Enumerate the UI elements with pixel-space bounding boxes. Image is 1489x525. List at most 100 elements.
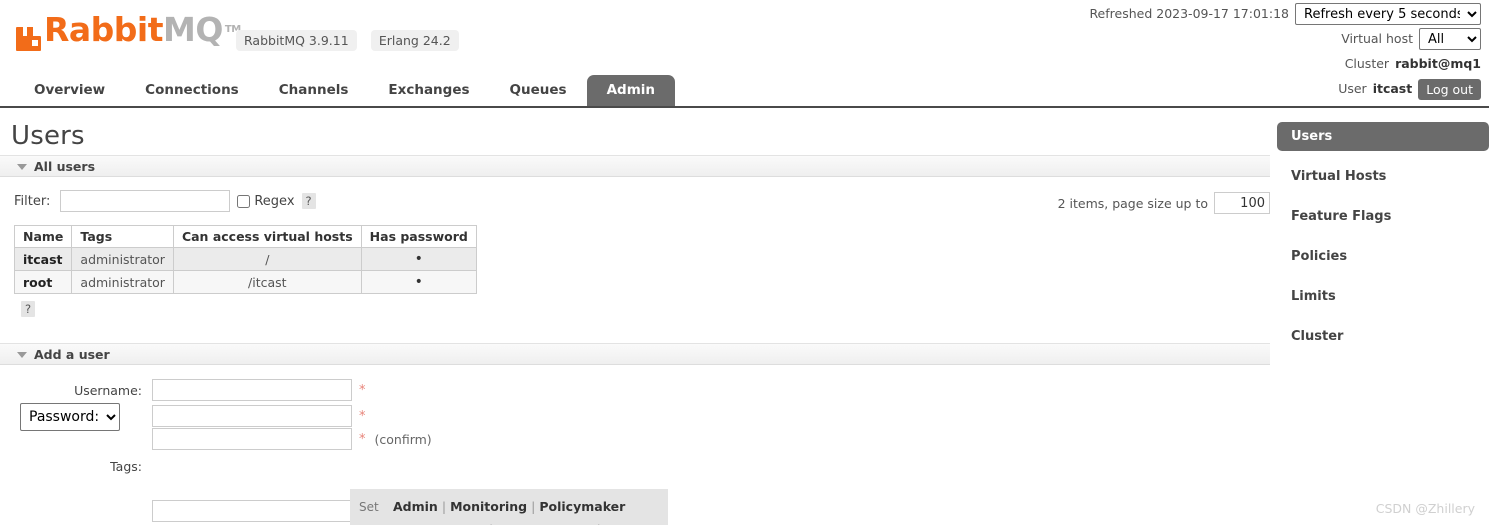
rabbit-logo-icon: [16, 25, 42, 53]
users-table-col-header[interactable]: Can access virtual hosts: [172, 225, 362, 248]
user-vhosts-cell: /itcast: [172, 270, 362, 294]
refreshed-timestamp: Refreshed 2023-09-17 17:01:18: [1089, 6, 1289, 21]
username-required-mark: *: [359, 382, 366, 398]
nav-tab-exchanges[interactable]: Exchanges: [368, 75, 489, 106]
filter-input[interactable]: [60, 190, 231, 212]
password-input[interactable]: [152, 405, 352, 427]
users-table-help-icon[interactable]: ?: [21, 301, 36, 317]
password-mode-select[interactable]: Password:Password hash:No password: [20, 403, 120, 431]
erlang-version-badge: Erlang 24.2: [370, 30, 459, 51]
user-tags-cell: administrator: [71, 270, 174, 294]
tags-preset-links-row-1: Admin | Monitoring | Policymaker: [393, 495, 641, 518]
sidebar-item-users[interactable]: Users: [1277, 122, 1489, 151]
password-confirm-input[interactable]: [152, 428, 352, 450]
add-user-section-label: Add a user: [34, 347, 110, 362]
page-title: Users: [11, 121, 85, 151]
add-user-form: Username: * Password:Password hash:No pa…: [0, 379, 1280, 525]
tag-link-policymaker[interactable]: Policymaker: [539, 499, 625, 514]
rabbitmq-logo[interactable]: RabbitMQ TM: [16, 13, 241, 53]
collapse-triangle-icon[interactable]: [17, 164, 27, 170]
user-tags-cell: administrator: [71, 247, 174, 271]
tags-preset-links-row-2: Management|Impersonator|None: [393, 518, 641, 525]
users-table: Name Tags Can access virtual hosts Has pass…: [13, 225, 477, 294]
cluster-row: Cluster rabbit@mq1: [1089, 53, 1481, 75]
virtual-host-select[interactable]: All//itcast: [1419, 28, 1481, 50]
password-confirm-required-mark: *: [359, 431, 366, 447]
nav-tab-list: Overview Connections Channels Exchanges Queu…: [0, 73, 1489, 106]
tag-separator: |: [441, 499, 447, 514]
nav-tab-overview[interactable]: Overview: [14, 75, 125, 106]
password-row: *: [152, 405, 366, 427]
tag-link-admin[interactable]: Admin: [393, 499, 438, 514]
sidebar-item-limits[interactable]: Limits: [1277, 282, 1489, 311]
items-count-label: 2 items, page size up to: [1057, 195, 1208, 211]
password-confirm-row: * (confirm): [152, 428, 432, 450]
all-users-section-header[interactable]: All users: [0, 155, 1270, 177]
users-table-help-row: ?: [14, 301, 1280, 317]
logo-text-mq: MQ: [163, 10, 223, 49]
collapse-triangle-icon[interactable]: [17, 352, 27, 358]
users-table-col-header[interactable]: Tags: [71, 225, 174, 248]
tags-input-row: [152, 500, 352, 522]
user-name-cell: itcast: [13, 247, 73, 271]
tag-separator: |: [531, 499, 536, 514]
tags-preset-links: Admin|Monitoring|Policymaker Management|…: [393, 495, 641, 525]
users-table-col-header[interactable]: Name: [13, 225, 73, 248]
logo-wordmark: RabbitMQ TM: [44, 13, 241, 53]
top-header-bar: RabbitMQ TM RabbitMQ 3.9.11 Erlang 24.2 R…: [0, 0, 1489, 100]
username-row: Username: *: [0, 379, 366, 401]
refresh-row: Refreshed 2023-09-17 17:01:18 Refresh ev…: [1089, 3, 1481, 25]
table-row[interactable]: root administrator/itcast •: [13, 270, 477, 294]
tags-input[interactable]: [152, 500, 352, 522]
sidebar-item-policies[interactable]: Policies: [1277, 242, 1489, 271]
tags-set-label: Set: [359, 500, 379, 514]
cluster-label: Cluster: [1344, 56, 1390, 71]
nav-tab-channels[interactable]: Channels: [259, 75, 369, 106]
add-user-section-header[interactable]: Add a user: [0, 343, 1270, 365]
sidebar-item-virtual-hosts[interactable]: Virtual Hosts: [1277, 162, 1489, 191]
regex-checkbox[interactable]: [237, 194, 251, 208]
logo-text-rabbit: Rabbit: [44, 10, 164, 49]
user-name-cell: root: [13, 270, 73, 294]
regex-checkbox-wrap[interactable]: Regex: [237, 193, 295, 209]
tag-link-monitoring[interactable]: Monitoring: [450, 499, 527, 514]
vhost-row: Virtual host All//itcast: [1089, 28, 1481, 50]
users-table-head: Name Tags Can access virtual hosts Has pass…: [13, 225, 477, 248]
main-navigation-tabs: Overview Connections Channels Exchanges Queu…: [0, 73, 1489, 108]
admin-sidebar: Users Virtual Hosts Feature Flags Policies L…: [1277, 122, 1489, 362]
cluster-name: rabbit@mq1: [1395, 56, 1481, 71]
user-vhosts-cell: /: [172, 247, 362, 271]
users-table-header-row: Name Tags Can access virtual hosts Has pass…: [13, 225, 477, 248]
nav-tab-queues[interactable]: Queues: [490, 75, 587, 106]
nav-tab-admin[interactable]: Admin: [586, 75, 675, 106]
virtual-host-label: Virtual host: [1341, 31, 1413, 46]
table-row[interactable]: itcast administrator / •: [13, 247, 477, 271]
filter-label: Filter:: [14, 193, 51, 209]
tags-label: Tags:: [110, 459, 142, 474]
password-required-mark: *: [359, 408, 366, 424]
user-has-password-cell: •: [360, 270, 477, 294]
tags-presets-rows: Set Admin|Monitoring|Policymaker Managem…: [359, 495, 658, 525]
regex-label: Regex: [254, 193, 295, 209]
tags-presets-panel: Set Admin|Monitoring|Policymaker Managem…: [350, 489, 668, 525]
username-label: Username:: [74, 382, 142, 398]
sidebar-item-cluster[interactable]: Cluster: [1277, 322, 1489, 351]
username-input[interactable]: [152, 379, 352, 401]
watermark: CSDN @Zhillery: [1375, 501, 1475, 516]
filter-help-icon[interactable]: ?: [301, 193, 316, 209]
all-users-section-label: All users: [34, 159, 96, 174]
users-table-col-header[interactable]: Has password: [360, 225, 477, 248]
refresh-interval-select[interactable]: Refresh every 5 secondsRefresh every 10 …: [1295, 3, 1481, 25]
users-table-body: itcast administrator / • root administrator/i…: [13, 247, 477, 294]
page-size-input[interactable]: [1214, 192, 1270, 214]
main-content: Users All users Filter: Regex ? 2 items,…: [0, 112, 1280, 525]
tags-label-row: Tags:: [0, 459, 152, 474]
items-info: 2 items, page size up to: [1058, 192, 1270, 214]
user-has-password-cell: •: [360, 247, 477, 271]
sidebar-item-feature-flags[interactable]: Feature Flags: [1277, 202, 1489, 231]
rabbitmq-version-badge: RabbitMQ 3.9.11: [236, 30, 357, 51]
version-badges: RabbitMQ 3.9.11 Erlang 24.2: [236, 30, 459, 54]
add-user-section: Add a user Username: * Password:Password…: [0, 343, 1280, 525]
nav-tab-connections[interactable]: Connections: [125, 75, 259, 106]
password-mode-select-wrap: Password:Password hash:No password: [20, 403, 120, 431]
